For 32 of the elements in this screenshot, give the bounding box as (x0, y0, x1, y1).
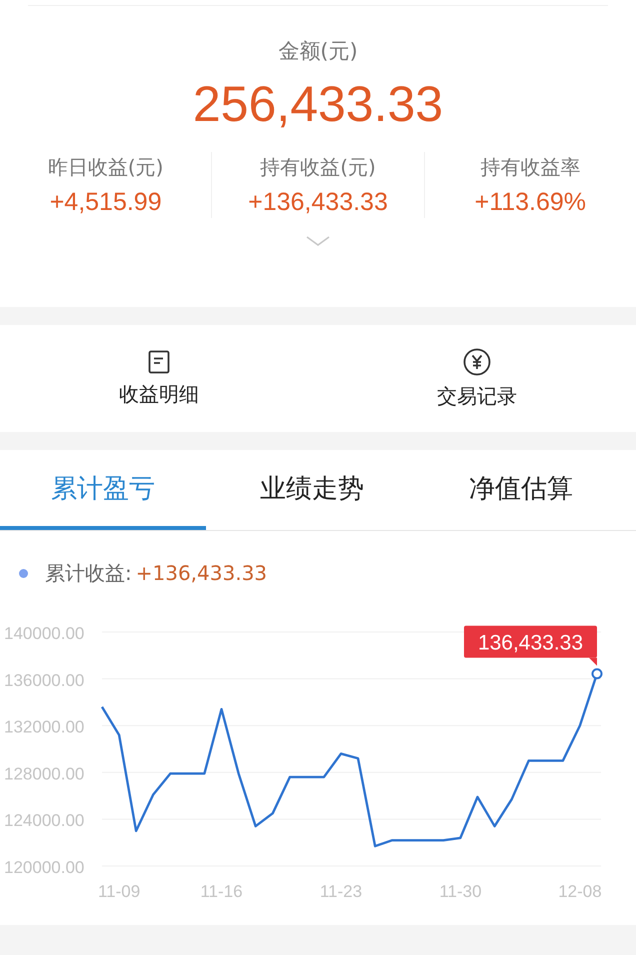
stat-value: +113.69% (474, 187, 586, 218)
stat-value: +4,515.99 (50, 187, 162, 218)
amount-label: 金额(元) (278, 38, 358, 65)
document-icon[interactable] (148, 350, 170, 374)
stat-label: 昨日收益(元) (48, 154, 164, 181)
stat-label: 持有收益(元) (260, 154, 376, 181)
tab[interactable]: 净值估算 (418, 450, 624, 530)
x-axis-label: 12-08 (558, 882, 602, 901)
y-axis-label: 124000.00 (4, 811, 84, 830)
stat-value: +136,433.33 (248, 187, 388, 218)
amount-value: 256,433.33 (192, 76, 444, 132)
legend-value: +136,433.33 (136, 561, 268, 585)
x-axis-label: 11-23 (320, 882, 362, 901)
y-axis-label: 136000.00 (4, 670, 84, 690)
stat-label: 持有收益率 (480, 154, 580, 181)
x-axis-label: 11-30 (439, 882, 482, 901)
legend-label: 累计收益: (45, 560, 132, 586)
yuan-coin-icon[interactable] (463, 348, 491, 376)
tab[interactable]: 累计盈亏 (0, 450, 206, 530)
tab[interactable]: 业绩走势 (206, 450, 418, 530)
y-axis-label: 140000.00 (4, 624, 84, 643)
legend-dot (19, 568, 28, 578)
action-label[interactable]: 交易记录 (437, 382, 517, 410)
x-axis-label: 11-09 (98, 882, 140, 901)
data-point (592, 668, 602, 680)
value-tooltip: 136,433.33 (464, 626, 597, 666)
y-axis-label: 120000.00 (4, 858, 84, 877)
action-label[interactable]: 收益明细 (119, 380, 199, 408)
y-axis-label: 132000.00 (4, 718, 84, 737)
y-axis-label: 128000.00 (4, 764, 84, 784)
x-axis-label: 11-16 (200, 882, 243, 901)
annotation: 136,433.33 (478, 632, 584, 655)
